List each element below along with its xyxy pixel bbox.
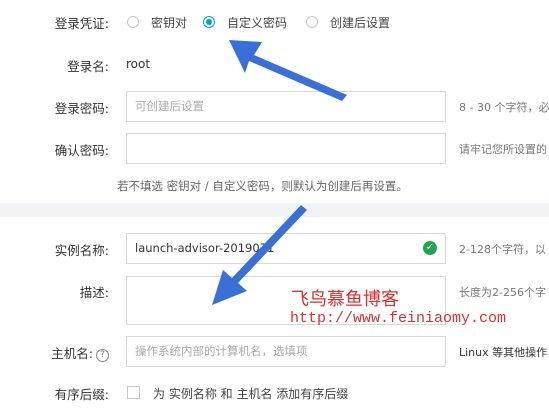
watermark-url: http://www.feiniaomy.com [290,310,507,327]
arrow-to-radio [229,40,347,101]
watermark-title: 飞鸟慕鱼博客 [291,289,399,310]
annotation-arrows [212,40,347,305]
